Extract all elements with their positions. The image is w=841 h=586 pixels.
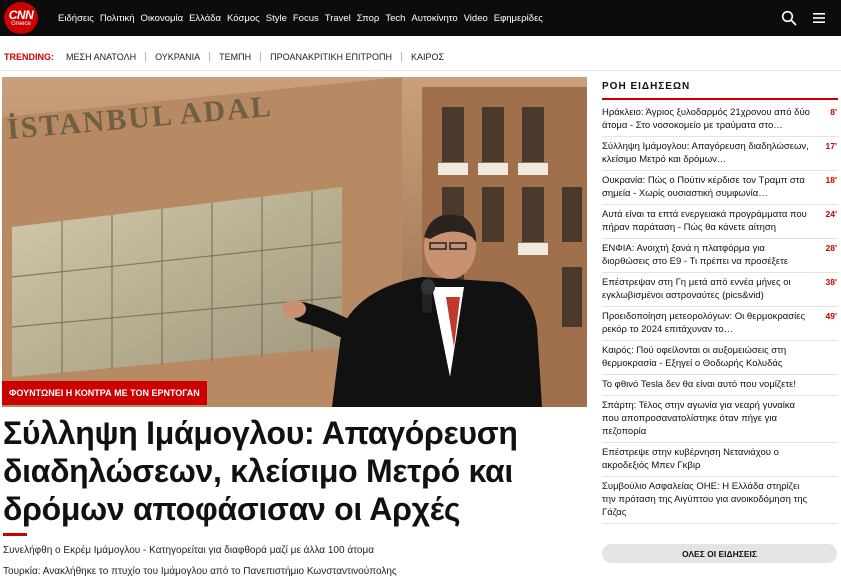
trending-divider xyxy=(145,52,147,62)
feed-item-time: 28' xyxy=(825,243,837,253)
trending-divider xyxy=(209,52,211,62)
feed-item-time: 24' xyxy=(825,209,837,219)
feed-item-text: Ηράκλειο: Άγριος ξυλοδαρμός 21χρονου από… xyxy=(602,107,810,131)
feed-item[interactable]: Επέστρεψαν στη Γη μετά από εννέα μήνες ο… xyxy=(602,273,838,307)
feed-item[interactable]: Σπάρτη: Τέλος στην αγωνία για νεαρή γυνα… xyxy=(602,396,838,443)
feed-item-time: 18' xyxy=(825,175,837,185)
feed-item-text: Επέστρεψε στην κυβέρνηση Νετανιάχου ο ακ… xyxy=(602,447,779,471)
nav-item-politics[interactable]: Πολιτική xyxy=(100,13,135,24)
nav-item-economy[interactable]: Οικονομία xyxy=(141,13,184,24)
feed-item-text: Ουκρανία: Πώς ο Πούτιν κέρδισε τον Τραμπ… xyxy=(602,175,805,199)
feed-item-text: Αυτά είναι τα επτά ενεργειακά προγράμματ… xyxy=(602,209,807,233)
related-article-link[interactable]: Συνελήφθη ο Εκρέμ Ιμάμογλου - Κατηγορείτ… xyxy=(3,545,374,556)
nav-item-video[interactable]: Video xyxy=(464,13,488,24)
feed-item[interactable]: Ουκρανία: Πώς ο Πούτιν κέρδισε τον Τραμπ… xyxy=(602,171,838,205)
feed-item[interactable]: Αυτά είναι τα επτά ενεργειακά προγράμματ… xyxy=(602,205,838,239)
logo-text: CNN xyxy=(8,7,34,22)
feed-item[interactable]: Συμβούλιο Ασφαλείας ΟΗΕ: Η Ελλάδα στηρίζ… xyxy=(602,477,838,524)
headline-accent-rule xyxy=(3,533,27,536)
feed-item[interactable]: Σύλληψη Ιμάμογλου: Απαγόρευση διαδηλώσεω… xyxy=(602,137,838,171)
nav-item-news[interactable]: Ειδήσεις xyxy=(58,13,94,24)
main-nav: Ειδήσεις Πολιτική Οικονομία Ελλάδα Κόσμο… xyxy=(58,0,549,36)
feed-item[interactable]: Επέστρεψε στην κυβέρνηση Νετανιάχου ο ακ… xyxy=(602,443,838,477)
news-feed-title: ΡΟΗ ΕΙΔΗΣΕΩΝ xyxy=(602,81,691,92)
feed-item[interactable]: Ηράκλειο: Άγριος ξυλοδαρμός 21χρονου από… xyxy=(602,103,838,137)
trending-label: TRENDING: xyxy=(4,52,54,62)
cnn-greece-logo[interactable]: CNN Greece xyxy=(4,2,38,34)
related-article-link[interactable]: Τουρκία: Ανακλήθηκε το πτυχίο του Ιμάμογ… xyxy=(3,566,397,577)
nav-item-greece[interactable]: Ελλάδα xyxy=(189,13,221,24)
trending-item[interactable]: ΤΕΜΠΗ xyxy=(219,52,251,62)
top-navigation-bar: CNN Greece Ειδήσεις Πολιτική Οικονομία Ε… xyxy=(0,0,841,36)
feed-item-text: Το φθινό Tesla δεν θα είναι αυτό που νομ… xyxy=(602,379,796,390)
headline-line: Σύλληψη Ιμάμογλου: Απαγόρευση xyxy=(3,415,518,451)
feed-item[interactable]: Καιρός: Πού οφείλονται οι αυξομειώσεις σ… xyxy=(602,341,838,375)
nav-item-world[interactable]: Κόσμος xyxy=(227,13,260,24)
menu-icon[interactable] xyxy=(811,10,827,26)
all-news-button[interactable]: ΟΛΕΣ ΟΙ ΕΙΔΗΣΕΙΣ xyxy=(602,544,837,563)
feed-item-text: Συμβούλιο Ασφαλείας ΟΗΕ: Η Ελλάδα στηρίζ… xyxy=(602,481,808,518)
feed-item-time: 49' xyxy=(825,311,837,321)
trending-divider-line xyxy=(0,70,841,71)
nav-item-newspapers[interactable]: Εφημερίδες xyxy=(494,13,543,24)
feed-item-time: 38' xyxy=(825,277,837,287)
feed-item[interactable]: Προειδοποίηση μετεορολόγων: Οι θερμοκρασ… xyxy=(602,307,838,341)
feed-item-time: 8' xyxy=(830,107,837,117)
search-icon[interactable] xyxy=(781,10,797,26)
nav-item-auto[interactable]: Αυτοκίνητο xyxy=(411,13,457,24)
trending-item[interactable]: ΠΡΟΑΝΑΚΡΙΤΙΚΗ ΕΠΙΤΡΟΠΗ xyxy=(270,52,392,62)
trending-divider xyxy=(260,52,262,62)
feed-item-text: ΕΝΦΙΑ: Ανοιχτή ξανά η πλατφόρμα για διορ… xyxy=(602,243,789,267)
trending-item[interactable]: ΚΑΙΡΟΣ xyxy=(411,52,444,62)
headline-line: δρόμων αποφάσισαν οι Αρχές xyxy=(3,491,461,527)
nav-item-style[interactable]: Style xyxy=(266,13,287,24)
feed-item-text: Σύλληψη Ιμάμογλου: Απαγόρευση διαδηλώσεω… xyxy=(602,141,809,165)
feed-item[interactable]: ΕΝΦΙΑ: Ανοιχτή ξανά η πλατφόρμα για διορ… xyxy=(602,239,838,273)
headline-line: διαδηλώσεων, κλείσιμο Μετρό και xyxy=(3,453,513,489)
feed-item-text: Σπάρτη: Τέλος στην αγωνία για νεαρή γυνα… xyxy=(602,400,796,437)
nav-item-tech[interactable]: Tech xyxy=(385,13,405,24)
hero-category-tag[interactable]: ΦΟΥΝΤΩΝΕΙ Η ΚΟΝΤΡΑ ΜΕ ΤΟΝ ΕΡΝΤΟΓΑΝ xyxy=(2,381,207,405)
news-feed-list: Ηράκλειο: Άγριος ξυλοδαρμός 21χρονου από… xyxy=(602,103,838,524)
trending-item[interactable]: ΟΥΚΡΑΝΙΑ xyxy=(155,52,200,62)
trending-divider xyxy=(401,52,403,62)
news-feed-title-rule xyxy=(602,98,838,100)
nav-item-travel[interactable]: Travel xyxy=(325,13,351,24)
trending-bar: TRENDING: ΜΕΣΗ ΑΝΑΤΟΛΗ ΟΥΚΡΑΝΙΑ ΤΕΜΠΗ ΠΡ… xyxy=(4,50,444,64)
trending-item[interactable]: ΜΕΣΗ ΑΝΑΤΟΛΗ xyxy=(66,52,136,62)
hero-headline[interactable]: Σύλληψη Ιμάμογλου: Απαγόρευση διαδηλώσεω… xyxy=(3,414,588,528)
hero-image[interactable]: İSTANBUL ADAL xyxy=(2,77,587,407)
feed-item-time: 17' xyxy=(825,141,837,151)
nav-item-sport[interactable]: Σπορ xyxy=(357,13,380,24)
logo-subtext: Greece xyxy=(11,20,31,27)
feed-item[interactable]: Το φθινό Tesla δεν θα είναι αυτό που νομ… xyxy=(602,375,838,396)
feed-item-text: Επέστρεψαν στη Γη μετά από εννέα μήνες ο… xyxy=(602,277,791,301)
nav-item-focus[interactable]: Focus xyxy=(293,13,319,24)
feed-item-text: Καιρός: Πού οφείλονται οι αυξομειώσεις σ… xyxy=(602,345,787,369)
feed-item-text: Προειδοποίηση μετεορολόγων: Οι θερμοκρασ… xyxy=(602,311,806,335)
